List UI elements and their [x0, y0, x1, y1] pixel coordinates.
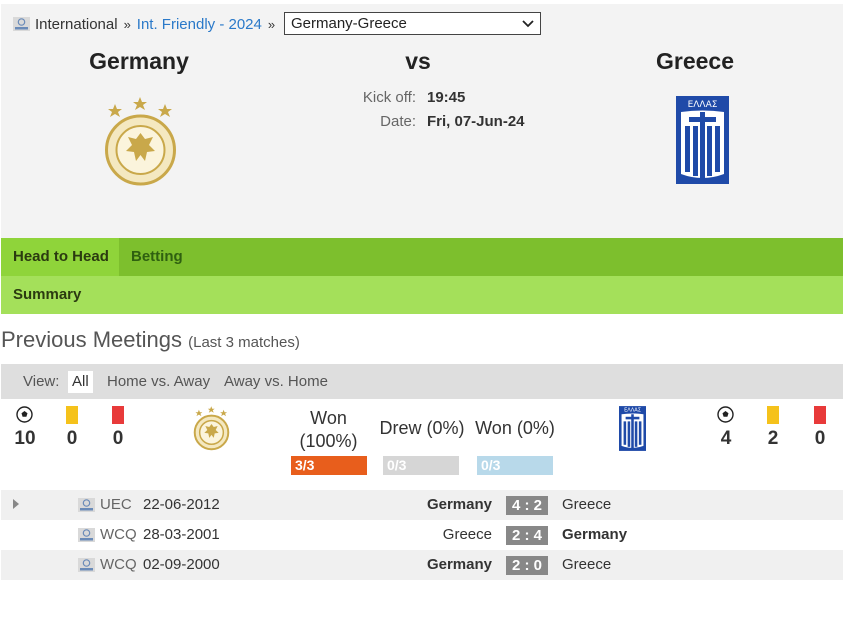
match-away-team[interactable]: Greece — [562, 550, 611, 580]
drew-bar: 0/3 — [383, 456, 459, 475]
tab-summary[interactable]: Summary — [13, 276, 81, 314]
kickoff-values: 19:45 Fri, 07-Jun-24 — [427, 86, 525, 134]
red-card-icon — [112, 406, 124, 424]
view-filter-bar: View: All Home vs. Away Away vs. Home — [1, 364, 843, 399]
football-icon — [16, 406, 33, 423]
tab-head-to-head[interactable]: Head to Head — [1, 238, 119, 276]
match-date: 28-03-2001 — [143, 526, 220, 543]
table-row[interactable]: WCQ 28-03-2001 Greece 2 : 4 Germany — [1, 520, 843, 550]
main-tabs: Head to Head Betting — [1, 238, 843, 276]
breadcrumb-separator: » — [267, 16, 276, 32]
match-away-team[interactable]: Greece — [562, 490, 611, 520]
match-select-dropdown[interactable]: Germany-Greece — [284, 12, 541, 35]
greece-flag-lettering: ΕΛΛΑΣ — [624, 408, 641, 414]
match-competition[interactable]: WCQ — [100, 550, 137, 580]
sub-tabs: Summary — [1, 276, 843, 314]
view-label: View: — [23, 373, 60, 390]
match-score[interactable]: 2 : 0 — [506, 556, 548, 575]
breadcrumb-competition-link[interactable]: Int. Friendly - 2024 — [137, 16, 262, 33]
home-team-name[interactable]: Germany — [39, 48, 239, 75]
vs-label: vs — [405, 48, 431, 74]
match-date: 02-09-2000 — [143, 556, 220, 573]
match-home-team[interactable]: Germany — [427, 550, 492, 580]
away-won-label: Won (0%) — [475, 418, 555, 438]
home-won-label: Won (100%) — [290, 407, 367, 453]
greece-flag-lettering: ΕΛΛΑΣ — [688, 100, 718, 110]
match-competition[interactable]: WCQ — [100, 520, 137, 550]
home-goals-count: 10 — [14, 428, 36, 449]
table-row[interactable]: UEC 22-06-2012 Germany 4 : 2 Greece — [1, 490, 843, 520]
germany-crest-icon — [193, 406, 230, 451]
breadcrumb: International » Int. Friendly - 2024 » — [13, 12, 281, 36]
red-card-icon — [814, 406, 826, 424]
match-date: 22-06-2012 — [143, 496, 220, 513]
breadcrumb-separator: » — [123, 16, 131, 32]
tab-betting[interactable]: Betting — [131, 238, 183, 276]
yellow-card-icon — [66, 406, 78, 424]
expand-arrow-icon[interactable] — [13, 499, 19, 509]
view-option-all[interactable]: All — [68, 371, 93, 393]
yellow-card-icon — [767, 406, 779, 424]
home-red-count: 0 — [112, 428, 124, 449]
away-goals-count: 4 — [720, 428, 732, 449]
won-percent: (100%) — [299, 431, 358, 451]
match-home-team[interactable]: Greece — [443, 520, 492, 550]
germany-crest-icon[interactable] — [103, 95, 178, 187]
view-option-away-vs-home[interactable]: Away vs. Home — [220, 371, 332, 393]
fifa-logo-icon — [78, 528, 95, 542]
match-home-team[interactable]: Germany — [427, 490, 492, 520]
match-date: Fri, 07-Jun-24 — [427, 113, 525, 130]
greece-flag-icon: ΕΛΛΑΣ — [619, 406, 646, 451]
fifa-logo-icon — [13, 17, 30, 31]
match-select-value: Germany-Greece — [291, 15, 407, 32]
away-red-count: 0 — [814, 428, 826, 449]
away-team-name[interactable]: Greece — [595, 48, 795, 75]
table-row[interactable]: WCQ 02-09-2000 Germany 2 : 0 Greece — [1, 550, 843, 580]
match-score[interactable]: 2 : 4 — [506, 526, 548, 545]
drew-label: Drew (0%) — [379, 418, 465, 438]
previous-meetings-heading: Previous Meetings — [1, 327, 182, 352]
match-score[interactable]: 4 : 2 — [506, 496, 548, 515]
match-competition[interactable]: UEC — [100, 490, 132, 520]
fifa-logo-icon — [78, 498, 95, 512]
football-icon — [717, 406, 734, 423]
chevron-down-icon — [522, 19, 534, 27]
won-text: Won — [310, 408, 347, 428]
kickoff-label: Kick off: — [362, 89, 416, 106]
away-yellow-count: 2 — [767, 428, 779, 449]
greece-flag-icon[interactable]: ΕΛΛΑΣ — [676, 96, 729, 184]
kickoff-time: 19:45 — [427, 89, 466, 106]
previous-meetings-title: Previous Meetings (Last 3 matches) — [1, 327, 300, 353]
won-bar: 3/3 — [291, 456, 367, 475]
home-yellow-count: 0 — [66, 428, 78, 449]
away-won-bar: 0/3 — [477, 456, 553, 475]
view-option-home-vs-away[interactable]: Home vs. Away — [103, 371, 214, 393]
previous-meetings-subtitle: (Last 3 matches) — [188, 334, 300, 351]
fifa-logo-icon — [78, 558, 95, 572]
date-label: Date: — [380, 113, 416, 130]
breadcrumb-international[interactable]: International — [35, 16, 118, 33]
match-away-team[interactable]: Germany — [562, 520, 627, 550]
kickoff-labels: Kick off: Date: — [330, 86, 416, 134]
